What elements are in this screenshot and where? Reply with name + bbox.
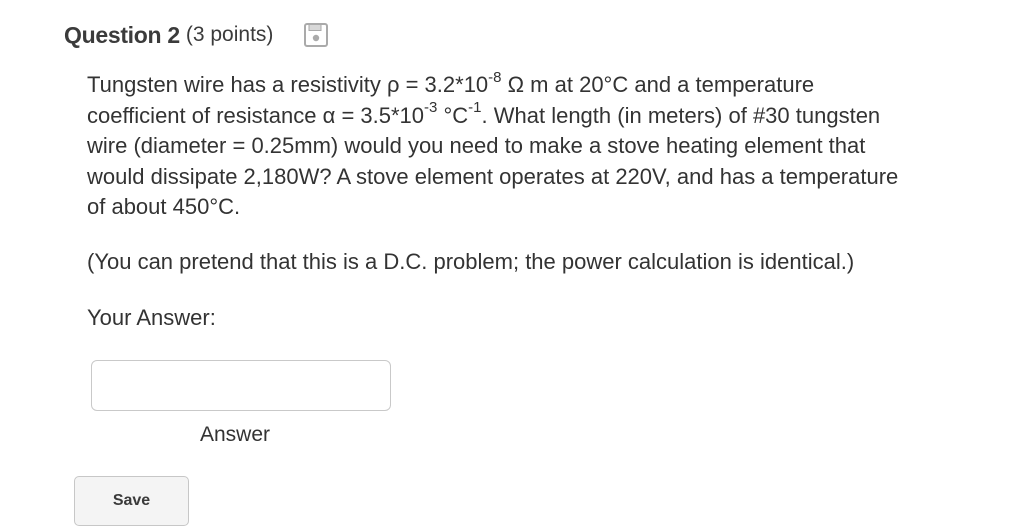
question-line: of about 450°C.	[87, 194, 241, 219]
question-title: Question 2	[64, 21, 180, 48]
answer-input[interactable]	[91, 360, 391, 411]
question-line: Tungsten wire has a resistivity ρ = 3.2*…	[87, 68, 815, 97]
question-line: would dissipate 2,180W? A stove element …	[87, 163, 899, 189]
question-points: (3 points)	[185, 23, 274, 46]
question-note: (You can pretend that this is a D.C. pro…	[87, 249, 855, 274]
answer-label: Your Answer:	[87, 305, 216, 330]
question-line: wire (diameter = 0.25mm) would you need …	[87, 133, 866, 158]
save-button[interactable]: Save	[74, 476, 189, 526]
question-header: Question 2 (3 points)	[64, 18, 329, 52]
answer-caption: Answer	[200, 423, 271, 446]
floppy-disk-icon	[303, 22, 329, 48]
question-line: coefficient of resistance α = 3.5*10-3 °…	[87, 99, 881, 128]
question-text: Tungsten wire has a resistivity ρ = 3.2*…	[87, 70, 1007, 223]
